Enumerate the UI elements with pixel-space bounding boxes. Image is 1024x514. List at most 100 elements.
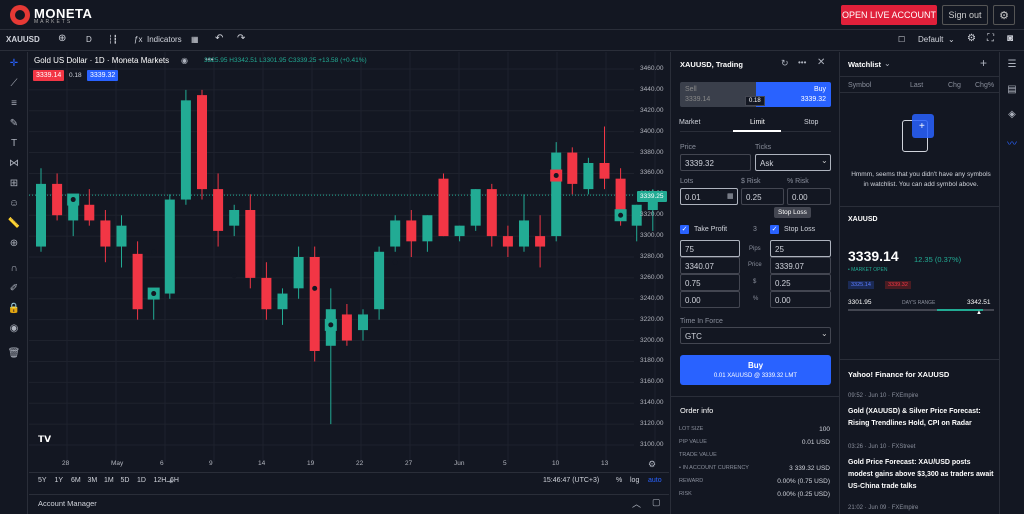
tradingview-logo-icon[interactable]: 𝗧𝗩 (38, 434, 56, 448)
log-scale-toggle[interactable]: log (630, 477, 639, 484)
range-button-1d[interactable]: 1D (137, 477, 146, 484)
news-title: Yahoo! Finance for XAUUSD (848, 370, 950, 379)
eye-icon[interactable]: ◉ (7, 322, 21, 336)
col-symbol[interactable]: Symbol (848, 82, 871, 89)
sl-price-input[interactable]: 3339.07 (770, 257, 831, 274)
ticks-select[interactable]: Ask (755, 154, 831, 171)
tp-price-input[interactable]: 3340.07 (680, 257, 740, 274)
text-tool-icon[interactable]: T (7, 137, 21, 151)
range-button-3m[interactable]: 3M (88, 477, 98, 484)
price-chart[interactable]: Gold US Dollar · 1D · Moneta Markets ◉ •… (29, 52, 669, 472)
chevron-up-icon[interactable]: ︿ (632, 497, 641, 510)
buy-side-button[interactable]: Buy 3339.32 (756, 82, 831, 107)
add-symbol-icon[interactable]: + (980, 56, 987, 70)
trading-panel-icon[interactable]: 〰 (1005, 138, 1019, 152)
buy-badge[interactable]: 3339.32 (87, 70, 119, 81)
order-dot (312, 285, 318, 291)
templates-grid-icon[interactable]: ▦ (191, 35, 199, 44)
tp-pct-input[interactable]: 0.00 (680, 291, 740, 308)
sign-out-button[interactable]: Sign out (942, 5, 988, 25)
col-chg-pct[interactable]: Chg% (975, 82, 994, 89)
chart-settings-icon[interactable]: ⚙ (967, 33, 976, 44)
indicators-button[interactable]: Indicators (147, 35, 182, 44)
symbol-search[interactable]: XAUUSD (6, 35, 40, 44)
lock-icon[interactable]: 🔒 (7, 302, 21, 316)
brush-icon[interactable]: ✎ (7, 117, 21, 131)
magnet-icon[interactable]: ∩ (7, 262, 21, 276)
fib-lines-icon[interactable]: ≡ (7, 97, 21, 111)
layout-select[interactable]: Default (918, 35, 943, 44)
range-button-5d[interactable]: 5D (121, 477, 130, 484)
details-icon[interactable]: ▤ (1005, 83, 1019, 97)
pattern-icon[interactable]: ⋈ (7, 157, 21, 171)
tab-stop[interactable]: Stop (804, 119, 818, 126)
tp-dollar-input[interactable]: 0.75 (680, 274, 740, 291)
chevron-down-icon[interactable]: ⌄ (884, 59, 891, 68)
pct-risk-input[interactable]: 0.00 (787, 188, 831, 205)
emoji-icon[interactable]: ☺ (7, 197, 21, 211)
ask-badge: 3339.32 (885, 281, 911, 289)
close-icon[interactable]: ✕ (817, 57, 825, 68)
interval-selector[interactable]: D (86, 35, 92, 44)
eye-visibility-icon[interactable]: ◉ (181, 56, 188, 65)
col-chg[interactable]: Chg (948, 82, 961, 89)
account-manager-bar[interactable] (29, 494, 669, 514)
screenshot-camera-icon[interactable]: ◙ (1007, 33, 1013, 44)
sl-dollar-input[interactable]: 0.25 (770, 274, 831, 291)
watchlist-title[interactable]: Watchlist (848, 60, 881, 69)
chart-type-icon[interactable]: ┆┇ (108, 35, 118, 44)
news-headline-1[interactable]: Gold (XAUUSD) & Silver Price Forecast: R… (848, 406, 996, 430)
prediction-icon[interactable]: ⊞ (7, 177, 21, 191)
account-manager-label[interactable]: Account Manager (38, 499, 97, 508)
candle (535, 215, 546, 268)
range-button-6m[interactable]: 6M (71, 477, 81, 484)
trading-panel-title: XAUUSD, Trading (680, 60, 743, 69)
chevron-down-icon[interactable]: ⌄ (948, 35, 955, 44)
col-last[interactable]: Last (910, 82, 923, 89)
tab-limit[interactable]: Limit (750, 119, 765, 126)
sl-pct-input[interactable]: 0.00 (770, 291, 831, 308)
tp-pips-input[interactable]: 75 (680, 240, 740, 257)
ruler-icon[interactable]: 📏 (7, 217, 21, 231)
open-live-account-button[interactable]: OPEN LIVE ACCOUNT (841, 5, 937, 25)
auto-scale-toggle[interactable]: auto (648, 477, 662, 484)
stop-loss-checkbox[interactable]: ✓ (770, 225, 779, 234)
undo-icon[interactable]: ↶ (215, 33, 223, 44)
more-icon[interactable]: ••• (798, 58, 806, 67)
settings-gear-icon[interactable]: ⚙ (993, 5, 1015, 25)
take-profit-checkbox[interactable]: ✓ (680, 225, 689, 234)
add-compare-icon[interactable]: ⊕ (58, 33, 66, 44)
price-input[interactable]: 3339.32 (680, 154, 751, 171)
news-headline-2[interactable]: Gold Price Forecast: XAU/USD posts modes… (848, 457, 996, 493)
news-meta-3: 21:02 · Jun 09 · FXEmpire (848, 505, 919, 511)
indicators-icon[interactable]: ƒx (134, 35, 142, 44)
crosshair-icon[interactable]: ✛ (7, 57, 21, 71)
fullscreen-icon[interactable]: ⛶ (987, 33, 994, 44)
zoom-in-icon[interactable]: ⊕ (7, 237, 21, 251)
range-button-5y[interactable]: 5Y (38, 477, 47, 484)
lock-drawing-icon[interactable]: ✐ (7, 282, 21, 296)
sl-pips-input[interactable]: 25 (770, 240, 831, 257)
calculator-icon[interactable]: ▦ (727, 192, 734, 200)
axis-settings-icon[interactable]: ⚙ (648, 459, 656, 470)
trendline-icon[interactable]: ⟋ (7, 77, 21, 91)
watchlist-icon[interactable]: ☰ (1005, 58, 1019, 72)
layout-checkbox-icon[interactable]: ☐ (898, 35, 905, 44)
buy-order-button[interactable]: Buy 0.01 XAUUSD @ 3339.32 LMT (680, 355, 831, 385)
redo-icon[interactable]: ↷ (237, 33, 245, 44)
maximize-icon[interactable]: ▢ (652, 497, 661, 508)
tab-market[interactable]: Market (679, 119, 700, 126)
layers-icon[interactable]: ◈ (1005, 108, 1019, 122)
reset-icon[interactable]: ↻ (781, 58, 789, 69)
range-button-1y[interactable]: 1Y (55, 477, 64, 484)
range-button-12h[interactable]: 12H (154, 477, 167, 484)
goto-date-icon[interactable]: ⇥ (166, 477, 173, 486)
sell-badge[interactable]: 3339.14 (33, 70, 65, 81)
tif-select[interactable]: GTC (680, 327, 831, 344)
clock-time[interactable]: 15:46:47 (UTC+3) (543, 477, 599, 484)
risk-input[interactable]: 0.25 (741, 188, 784, 205)
info-key: PIP VALUE (679, 439, 707, 445)
percent-scale-toggle[interactable]: % (616, 477, 622, 484)
trash-icon[interactable]: 🗑 (7, 347, 21, 361)
range-button-1m[interactable]: 1M (104, 477, 114, 484)
